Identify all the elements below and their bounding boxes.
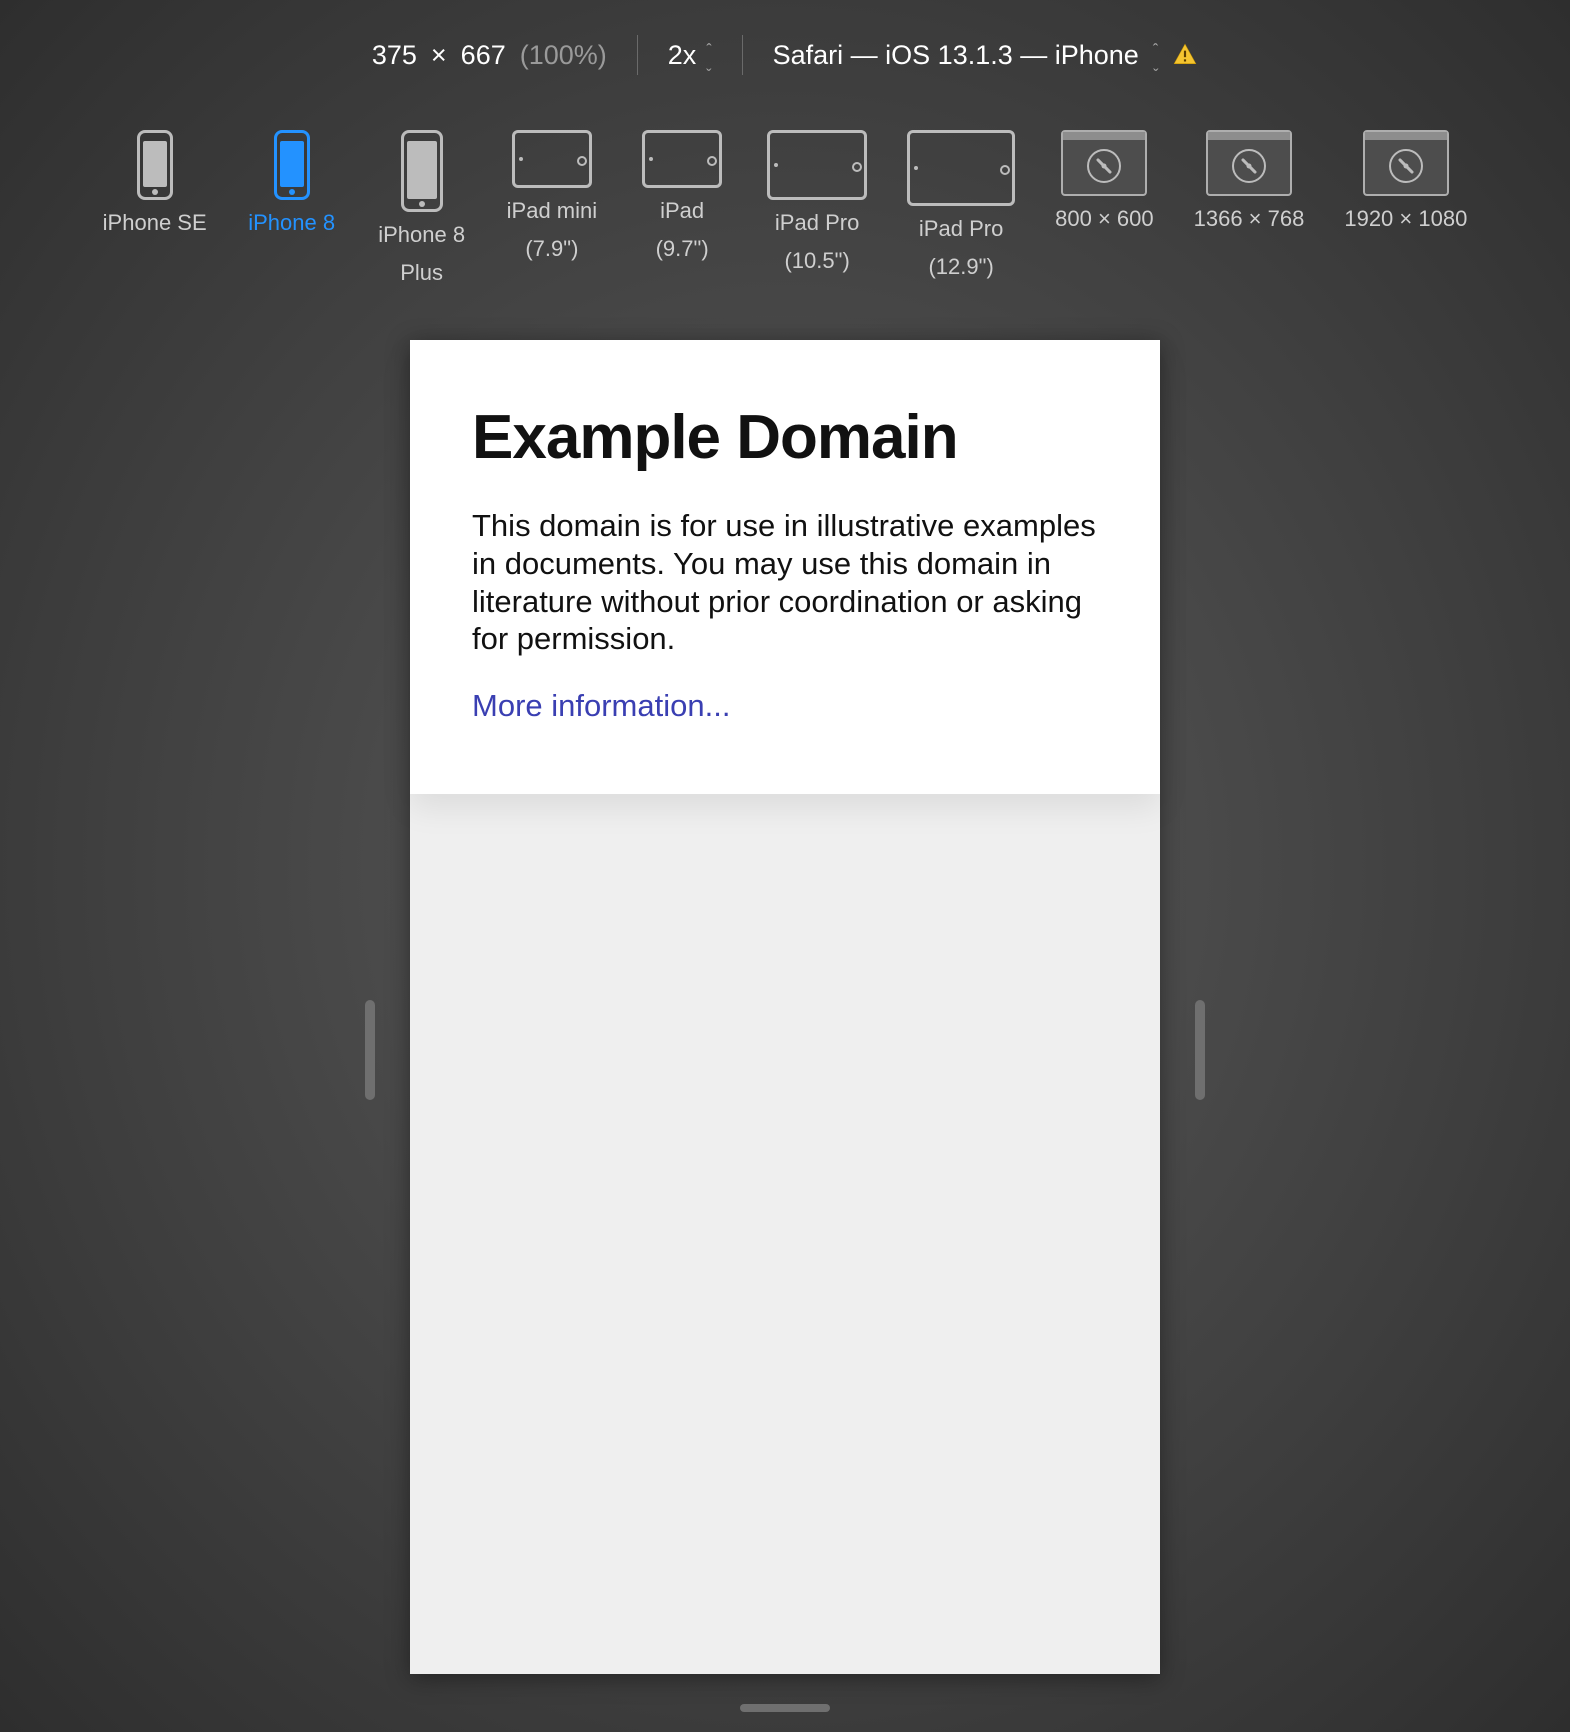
device-preset[interactable]: 1920 × 1080 [1344, 130, 1467, 232]
page-content: Example Domain This domain is for use in… [410, 340, 1160, 794]
stepper-icon[interactable]: ˆˆ [1153, 47, 1158, 63]
separator [637, 35, 638, 75]
device-preset[interactable]: iPad (9.7") [637, 130, 727, 262]
resize-handle-right[interactable] [1195, 1000, 1205, 1100]
browser-icon [1206, 130, 1292, 196]
device-preset[interactable]: iPad Pro (10.5") [767, 130, 867, 274]
tablet-icon [512, 130, 592, 188]
simulated-viewport[interactable]: Example Domain This domain is for use in… [410, 340, 1160, 1674]
more-info-link[interactable]: More information... [472, 688, 730, 723]
pixel-ratio-value: 2x [668, 40, 697, 71]
compass-icon [1389, 149, 1423, 183]
compass-icon [1087, 149, 1121, 183]
compass-icon [1232, 149, 1266, 183]
device-label: iPad [660, 198, 704, 224]
resize-handle-left[interactable] [365, 1000, 375, 1100]
device-label-sub: (10.5") [784, 248, 849, 274]
warning-icon[interactable] [1172, 42, 1198, 68]
device-label-sub: (12.9") [928, 254, 993, 280]
phone-icon [274, 130, 310, 200]
tablet-icon [907, 130, 1015, 206]
dimensions-control[interactable]: 375 × 667 (100%) [372, 40, 607, 71]
device-label-sub: (9.7") [656, 236, 709, 262]
separator [742, 35, 743, 75]
page-body: This domain is for use in illustrative e… [472, 507, 1098, 658]
user-agent-control[interactable]: Safari — iOS 13.1.3 — iPhone ˆˆ [773, 40, 1199, 71]
device-label-sub: Plus [400, 260, 443, 286]
device-label: iPhone 8 [378, 222, 465, 248]
device-label: 1920 × 1080 [1344, 206, 1467, 232]
device-preset[interactable]: iPad mini (7.9") [507, 130, 597, 262]
viewport-width[interactable]: 375 [372, 40, 417, 71]
tablet-icon [642, 130, 722, 188]
device-label-sub: (7.9") [525, 236, 578, 262]
phone-icon [401, 130, 443, 212]
device-preset[interactable]: iPhone 8 [247, 130, 337, 236]
browser-icon [1061, 130, 1147, 196]
viewport-height[interactable]: 667 [461, 40, 506, 71]
device-label: iPad mini [507, 198, 597, 224]
phone-icon [137, 130, 173, 200]
resize-handle-bottom[interactable] [740, 1704, 830, 1712]
device-label: 800 × 600 [1055, 206, 1153, 232]
device-label: iPhone 8 [248, 210, 335, 236]
pixel-ratio-control[interactable]: 2x ˆˆ [668, 40, 712, 71]
stepper-icon[interactable]: ˆˆ [706, 47, 711, 63]
tablet-icon [767, 130, 867, 200]
page-heading: Example Domain [472, 402, 1098, 473]
device-label: 1366 × 768 [1194, 206, 1305, 232]
device-preset[interactable]: iPhone SE [103, 130, 207, 236]
times-symbol: × [431, 40, 447, 71]
device-preset[interactable]: 1366 × 768 [1194, 130, 1305, 232]
device-preset[interactable]: 800 × 600 [1055, 130, 1153, 232]
zoom-percent: (100%) [520, 40, 607, 71]
device-preset[interactable]: iPad Pro (12.9") [907, 130, 1015, 280]
device-preset[interactable]: iPhone 8 Plus [377, 130, 467, 286]
device-label: iPad Pro [919, 216, 1003, 242]
user-agent-label: Safari — iOS 13.1.3 — iPhone [773, 40, 1139, 71]
device-label: iPad Pro [775, 210, 859, 236]
browser-icon [1363, 130, 1449, 196]
device-label: iPhone SE [103, 210, 207, 236]
responsive-toolbar: 375 × 667 (100%) 2x ˆˆ Safari — iOS 13.1… [0, 0, 1570, 110]
device-picker: iPhone SE iPhone 8 iPhone 8 Plus iPad mini (7… [0, 130, 1570, 286]
